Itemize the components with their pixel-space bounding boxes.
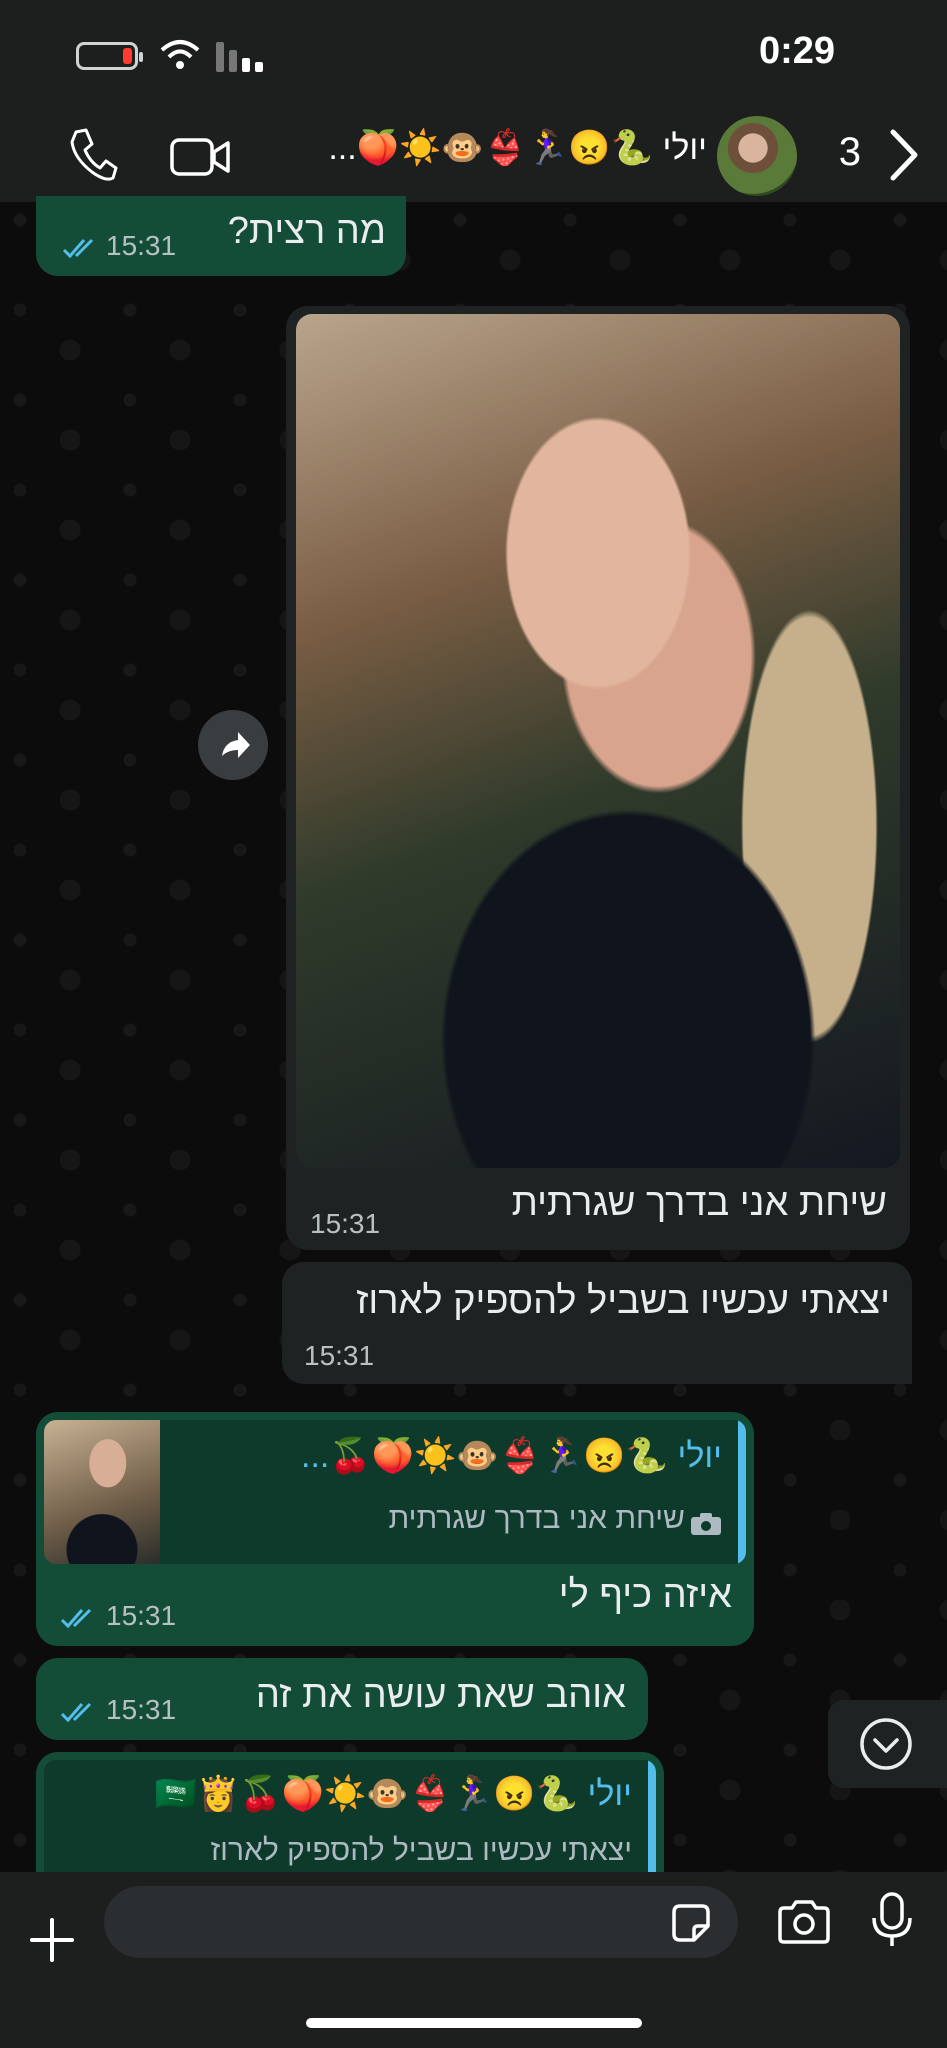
quoted-text: יצאתי עכשיו בשביל להספיק לארוז — [210, 1834, 632, 1867]
quoted-sender-name: יולי 🐍😠🏃‍♀️👙🐵☀️🍑🍒👸🇸🇦 — [154, 1775, 632, 1813]
photo-attachment[interactable] — [296, 314, 900, 1168]
message-time: 15:31 — [106, 230, 177, 261]
home-indicator — [306, 2018, 642, 2028]
message-text: יצאתי עכשיו בשביל להספיק לארוז — [356, 1280, 890, 1322]
read-ticks-icon — [62, 238, 94, 259]
quoted-text: שיחת אני בדרך שגרתית — [388, 1502, 685, 1535]
avatar[interactable] — [717, 116, 797, 196]
message-time: 15:31 — [304, 1340, 375, 1371]
message-bubble[interactable]: אוהב שאת עושה את זה 15:31 — [36, 1658, 648, 1740]
quote-accent-bar — [738, 1420, 746, 1564]
reply-message-bubble[interactable]: יולי 🐍😠🏃‍♀️👙🐵☀️🍑🍒👸🇸🇦 יצאתי עכשיו בשביל ל… — [36, 1752, 664, 1900]
camera-small-icon — [691, 1512, 721, 1535]
contact-name[interactable]: יולי 🐍😠🏃‍♀️👙🐵☀️🍑... — [250, 128, 707, 178]
sticker-icon[interactable] — [670, 1902, 712, 1944]
plus-icon[interactable] — [30, 1918, 74, 1962]
back-chevron-icon[interactable] — [887, 128, 921, 182]
message-time: 15:31 — [310, 1208, 381, 1239]
quoted-sender-name: יולי 🐍😠🏃‍♀️👙🐵☀️🍑🍒... — [301, 1437, 722, 1475]
forward-button[interactable] — [198, 710, 268, 780]
video-call-icon[interactable] — [170, 132, 230, 182]
message-bubble[interactable]: מה רצית? 15:31 — [36, 196, 406, 276]
unread-count: 3 — [838, 130, 861, 174]
quoted-preview: שיחת אני בדרך שגרתית — [389, 1502, 722, 1536]
message-text: אוהב שאת עושה את זה — [255, 1674, 626, 1716]
quoted-message[interactable]: יולי 🐍😠🏃‍♀️👙🐵☀️🍑🍒... שיחת אני בדרך שגרתי… — [44, 1420, 746, 1564]
photo-caption: שיחת אני בדרך שגרתית — [511, 1182, 887, 1224]
scroll-to-bottom-button[interactable] — [828, 1700, 947, 1788]
battery-icon — [76, 42, 143, 70]
quoted-photo-thumbnail — [44, 1420, 160, 1564]
read-ticks-icon — [60, 1608, 92, 1629]
wifi-icon — [160, 40, 200, 69]
forward-icon — [222, 732, 250, 758]
status-bar: 0:29 — [0, 0, 947, 110]
message-time: 15:31 — [106, 1600, 177, 1631]
message-text: מה רצית? — [227, 210, 386, 252]
signal-icon — [216, 42, 263, 72]
status-time: 0:29 — [758, 30, 835, 72]
reply-message-bubble[interactable]: יולי 🐍😠🏃‍♀️👙🐵☀️🍑🍒... שיחת אני בדרך שגרתי… — [36, 1412, 754, 1646]
message-input[interactable] — [104, 1886, 738, 1958]
message-text: איזה כיף לי — [558, 1574, 732, 1616]
camera-icon[interactable] — [776, 1898, 832, 1946]
microphone-icon[interactable] — [870, 1892, 914, 1948]
chat-header: יולי 🐍😠🏃‍♀️👙🐵☀️🍑... 3 — [0, 110, 947, 202]
chevron-down-icon — [860, 1718, 912, 1770]
message-time: 15:31 — [106, 1694, 177, 1725]
message-bubble[interactable]: יצאתי עכשיו בשביל להספיק לארוז 15:31 — [282, 1262, 912, 1384]
phone-icon[interactable] — [66, 126, 118, 182]
read-ticks-icon — [60, 1702, 92, 1723]
